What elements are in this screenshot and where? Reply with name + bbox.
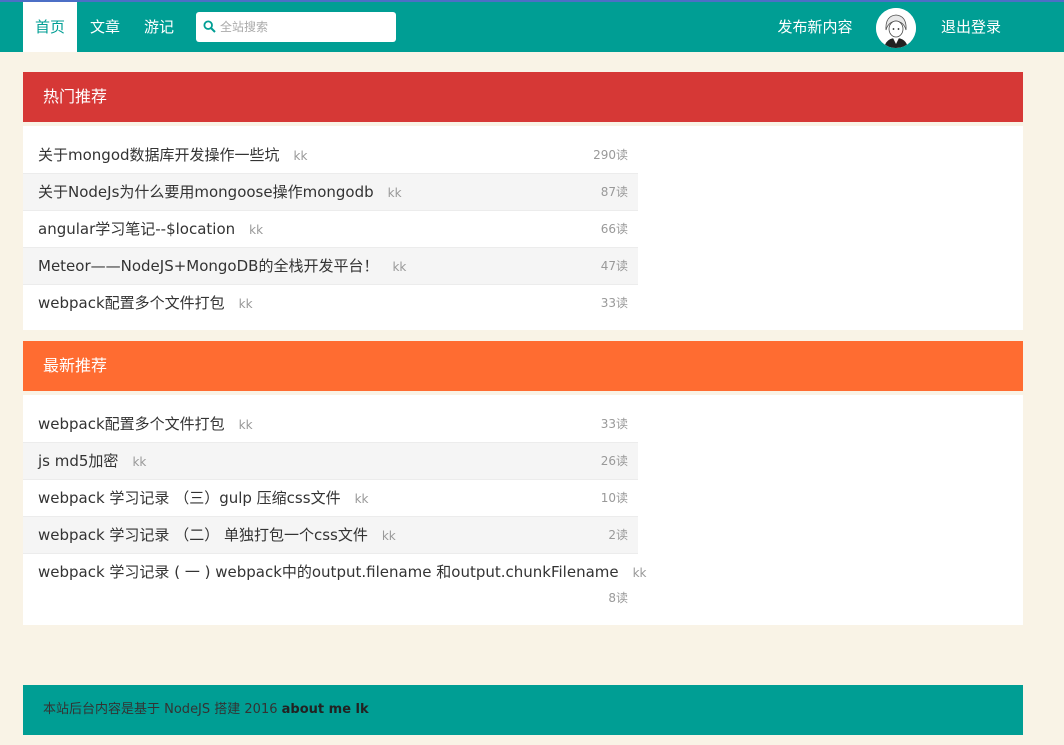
avatar[interactable] [876, 8, 916, 48]
hot-section-header: 热门推荐 [23, 72, 1023, 122]
read-count: 10读 [600, 491, 628, 505]
list-item[interactable]: webpack配置多个文件打包 kk 33读 [23, 406, 638, 443]
search-icon [203, 20, 216, 33]
article-title[interactable]: webpack配置多个文件打包 [38, 415, 225, 433]
footer-text: 本站后台内容是基于 NodeJS 搭建 2016 [43, 702, 282, 717]
read-count: 33读 [600, 296, 628, 310]
nav-articles[interactable]: 文章 [84, 2, 126, 52]
hot-list-panel: 关于mongod数据库开发操作一些坑 kk 290读 关于NodeJs为什么要用m… [23, 126, 1023, 330]
article-title[interactable]: 关于mongod数据库开发操作一些坑 [38, 146, 280, 164]
list-item[interactable]: webpack 学习记录 （三）gulp 压缩css文件 kk 10读 [23, 480, 638, 517]
article-title[interactable]: angular学习笔记--$location [38, 220, 235, 238]
list-item[interactable]: js md5加密 kk 26读 [23, 443, 638, 480]
about-me-link[interactable]: about me lk [282, 702, 369, 717]
article-author: kk [632, 566, 647, 580]
avatar-image [876, 8, 916, 48]
list-item[interactable]: webpack配置多个文件打包 kk 33读 [23, 285, 638, 322]
footer: 本站后台内容是基于 NodeJS 搭建 2016 about me lk [23, 685, 1023, 735]
latest-list-panel: webpack配置多个文件打包 kk 33读 js md5加密 kk 26读 web… [23, 395, 1023, 625]
read-count: 26读 [600, 454, 628, 468]
top-navbar: 首页 文章 游记 发布新内容 退出登录 [0, 0, 1064, 52]
list-item[interactable]: webpack 学习记录 （二） 单独打包一个css文件 kk 2读 [23, 517, 638, 554]
logout-button[interactable]: 退出登录 [938, 2, 1004, 52]
article-author: kk [249, 223, 264, 237]
list-item[interactable]: webpack 学习记录 ( 一 ) webpack中的output.filen… [23, 554, 647, 614]
article-title[interactable]: webpack 学习记录 （二） 单独打包一个css文件 [38, 526, 368, 544]
read-count: 87读 [600, 185, 628, 199]
list-item[interactable]: Meteor——NodeJS+MongoDB的全栈开发平台！ kk 47读 [23, 248, 638, 285]
read-count: 2读 [608, 528, 628, 542]
article-author: kk [381, 529, 396, 543]
article-author: kk [132, 455, 147, 469]
article-author: kk [238, 418, 253, 432]
article-author: kk [387, 186, 402, 200]
read-count: 33读 [600, 417, 628, 431]
list-item[interactable]: angular学习笔记--$location kk 66读 [23, 211, 638, 248]
read-count: 66读 [600, 222, 628, 236]
article-author: kk [354, 492, 369, 506]
search-box [196, 12, 396, 42]
publish-button[interactable]: 发布新内容 [774, 2, 856, 52]
article-title[interactable]: Meteor——NodeJS+MongoDB的全栈开发平台！ [38, 257, 378, 275]
nav-home[interactable]: 首页 [23, 2, 77, 52]
search-input[interactable] [220, 12, 390, 42]
read-count: 8读 [608, 591, 628, 605]
article-author: kk [238, 297, 253, 311]
article-title[interactable]: 关于NodeJs为什么要用mongoose操作mongodb [38, 183, 374, 201]
latest-section-header: 最新推荐 [23, 341, 1023, 391]
article-title[interactable]: webpack 学习记录 ( 一 ) webpack中的output.filen… [38, 563, 619, 581]
nav-travel-notes[interactable]: 游记 [139, 2, 179, 52]
article-title[interactable]: webpack配置多个文件打包 [38, 294, 225, 312]
read-count: 47读 [600, 259, 628, 273]
article-title[interactable]: webpack 学习记录 （三）gulp 压缩css文件 [38, 489, 341, 507]
read-count: 290读 [593, 148, 628, 162]
list-item[interactable]: 关于mongod数据库开发操作一些坑 kk 290读 [23, 137, 638, 174]
list-item[interactable]: 关于NodeJs为什么要用mongoose操作mongodb kk 87读 [23, 174, 638, 211]
article-author: kk [293, 149, 308, 163]
article-author: kk [392, 260, 407, 274]
article-title[interactable]: js md5加密 [38, 452, 118, 470]
